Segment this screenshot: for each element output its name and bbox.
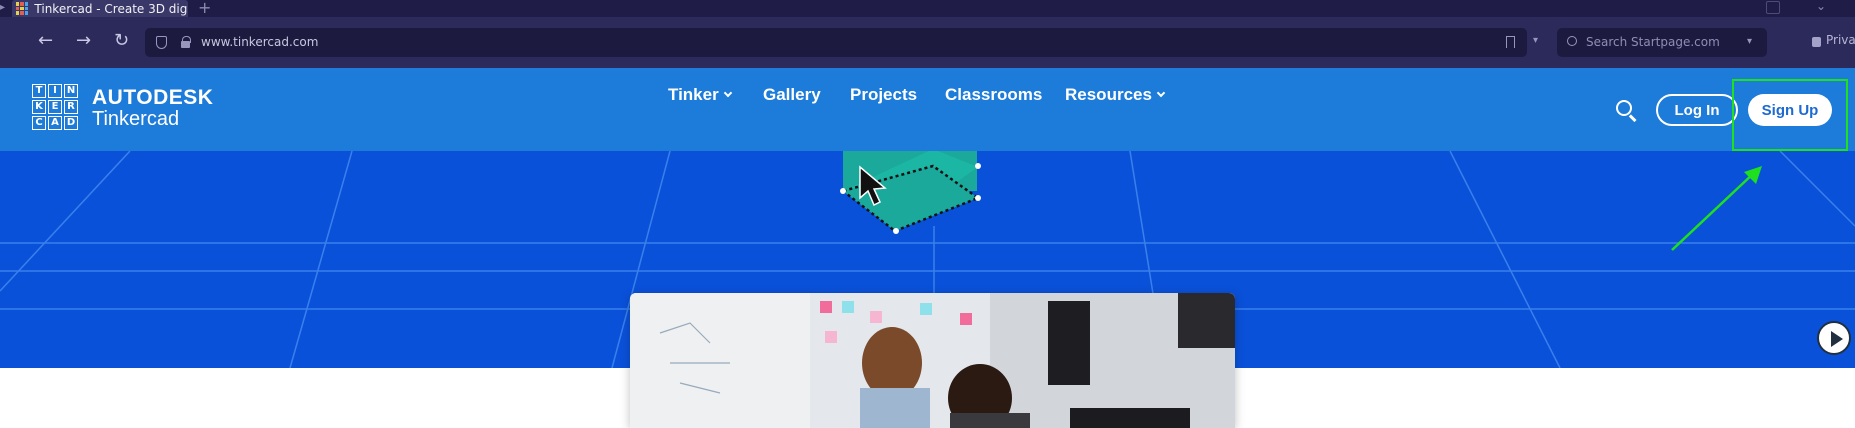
nav-classrooms[interactable]: Classrooms: [945, 85, 1042, 105]
search-bar[interactable]: Search Startpage.com ▾: [1557, 28, 1767, 57]
annotation-arrow-icon: [1671, 166, 1762, 251]
logo-letter: K: [32, 100, 46, 114]
browser-tab[interactable]: Tinkercad - Create 3D digit: [12, 0, 188, 17]
shield-icon[interactable]: [156, 36, 167, 49]
signup-highlight-annotation: [1732, 79, 1848, 151]
logo-letter: R: [64, 100, 78, 114]
logo-letter: T: [32, 84, 46, 98]
chevron-down-icon: [723, 88, 732, 98]
search-placeholder[interactable]: Search Startpage.com: [1586, 35, 1720, 49]
search-icon: [1567, 36, 1577, 46]
logo-letter: N: [64, 84, 78, 98]
nav-tinker-label: Tinker: [668, 85, 719, 104]
nav-resources-label: Resources: [1065, 85, 1152, 104]
browser-toolbar: ← → ↻ www.tinkercad.com ▾ Search Startpa…: [0, 17, 1855, 68]
classroom-photo-graphic: [630, 293, 1235, 428]
reload-icon[interactable]: ↻: [114, 32, 129, 50]
private-browsing-icon: [1812, 37, 1821, 47]
logo-letter: C: [32, 116, 46, 130]
url-text[interactable]: www.tinkercad.com: [201, 35, 318, 49]
play-icon[interactable]: [1817, 321, 1851, 355]
back-arrow-icon[interactable]: ←: [38, 32, 53, 50]
search-icon[interactable]: [1616, 100, 1638, 122]
bookmark-icon[interactable]: [1506, 36, 1515, 48]
trash-icon[interactable]: [1766, 1, 1780, 14]
chevron-down-icon[interactable]: ⌄: [1816, 0, 1826, 13]
chevron-down-icon: [1156, 88, 1166, 98]
tinkercad-logo[interactable]: T I N K E R C A D: [32, 84, 78, 130]
tab-scroll-left-icon[interactable]: ▸: [0, 2, 5, 13]
new-tab-plus-icon[interactable]: +: [198, 0, 211, 17]
nav-resources[interactable]: Resources: [1065, 85, 1166, 105]
url-dropdown-icon[interactable]: ▾: [1533, 35, 1538, 46]
browser-tab-bar: ▸ Tinkercad - Create 3D digit + ⌄: [0, 0, 1855, 17]
tinkercad-favicon-icon: [16, 2, 29, 15]
brand-autodesk[interactable]: AUTODESK: [92, 86, 213, 110]
logo-letter: A: [48, 116, 62, 130]
tab-title: Tinkercad - Create 3D digit: [34, 1, 188, 16]
search-engine-dropdown-icon[interactable]: ▾: [1747, 36, 1752, 47]
logo-letter: E: [48, 100, 62, 114]
private-browsing-label: Priva: [1826, 33, 1855, 47]
site-header: T I N K E R C A D AUTODESK Tinkercad Tin…: [0, 68, 1855, 151]
logo-letter: I: [48, 84, 62, 98]
classroom-photo: [630, 293, 1235, 428]
nav-tinker[interactable]: Tinker: [668, 85, 732, 105]
brand-tinkercad[interactable]: Tinkercad: [92, 108, 179, 131]
login-button[interactable]: Log In: [1656, 94, 1738, 126]
address-bar[interactable]: www.tinkercad.com ▾: [145, 28, 1538, 57]
forward-arrow-icon[interactable]: →: [76, 32, 91, 50]
nav-projects[interactable]: Projects: [850, 85, 917, 105]
logo-letter: D: [64, 116, 78, 130]
nav-gallery[interactable]: Gallery: [763, 85, 821, 105]
lock-icon[interactable]: [181, 36, 191, 48]
